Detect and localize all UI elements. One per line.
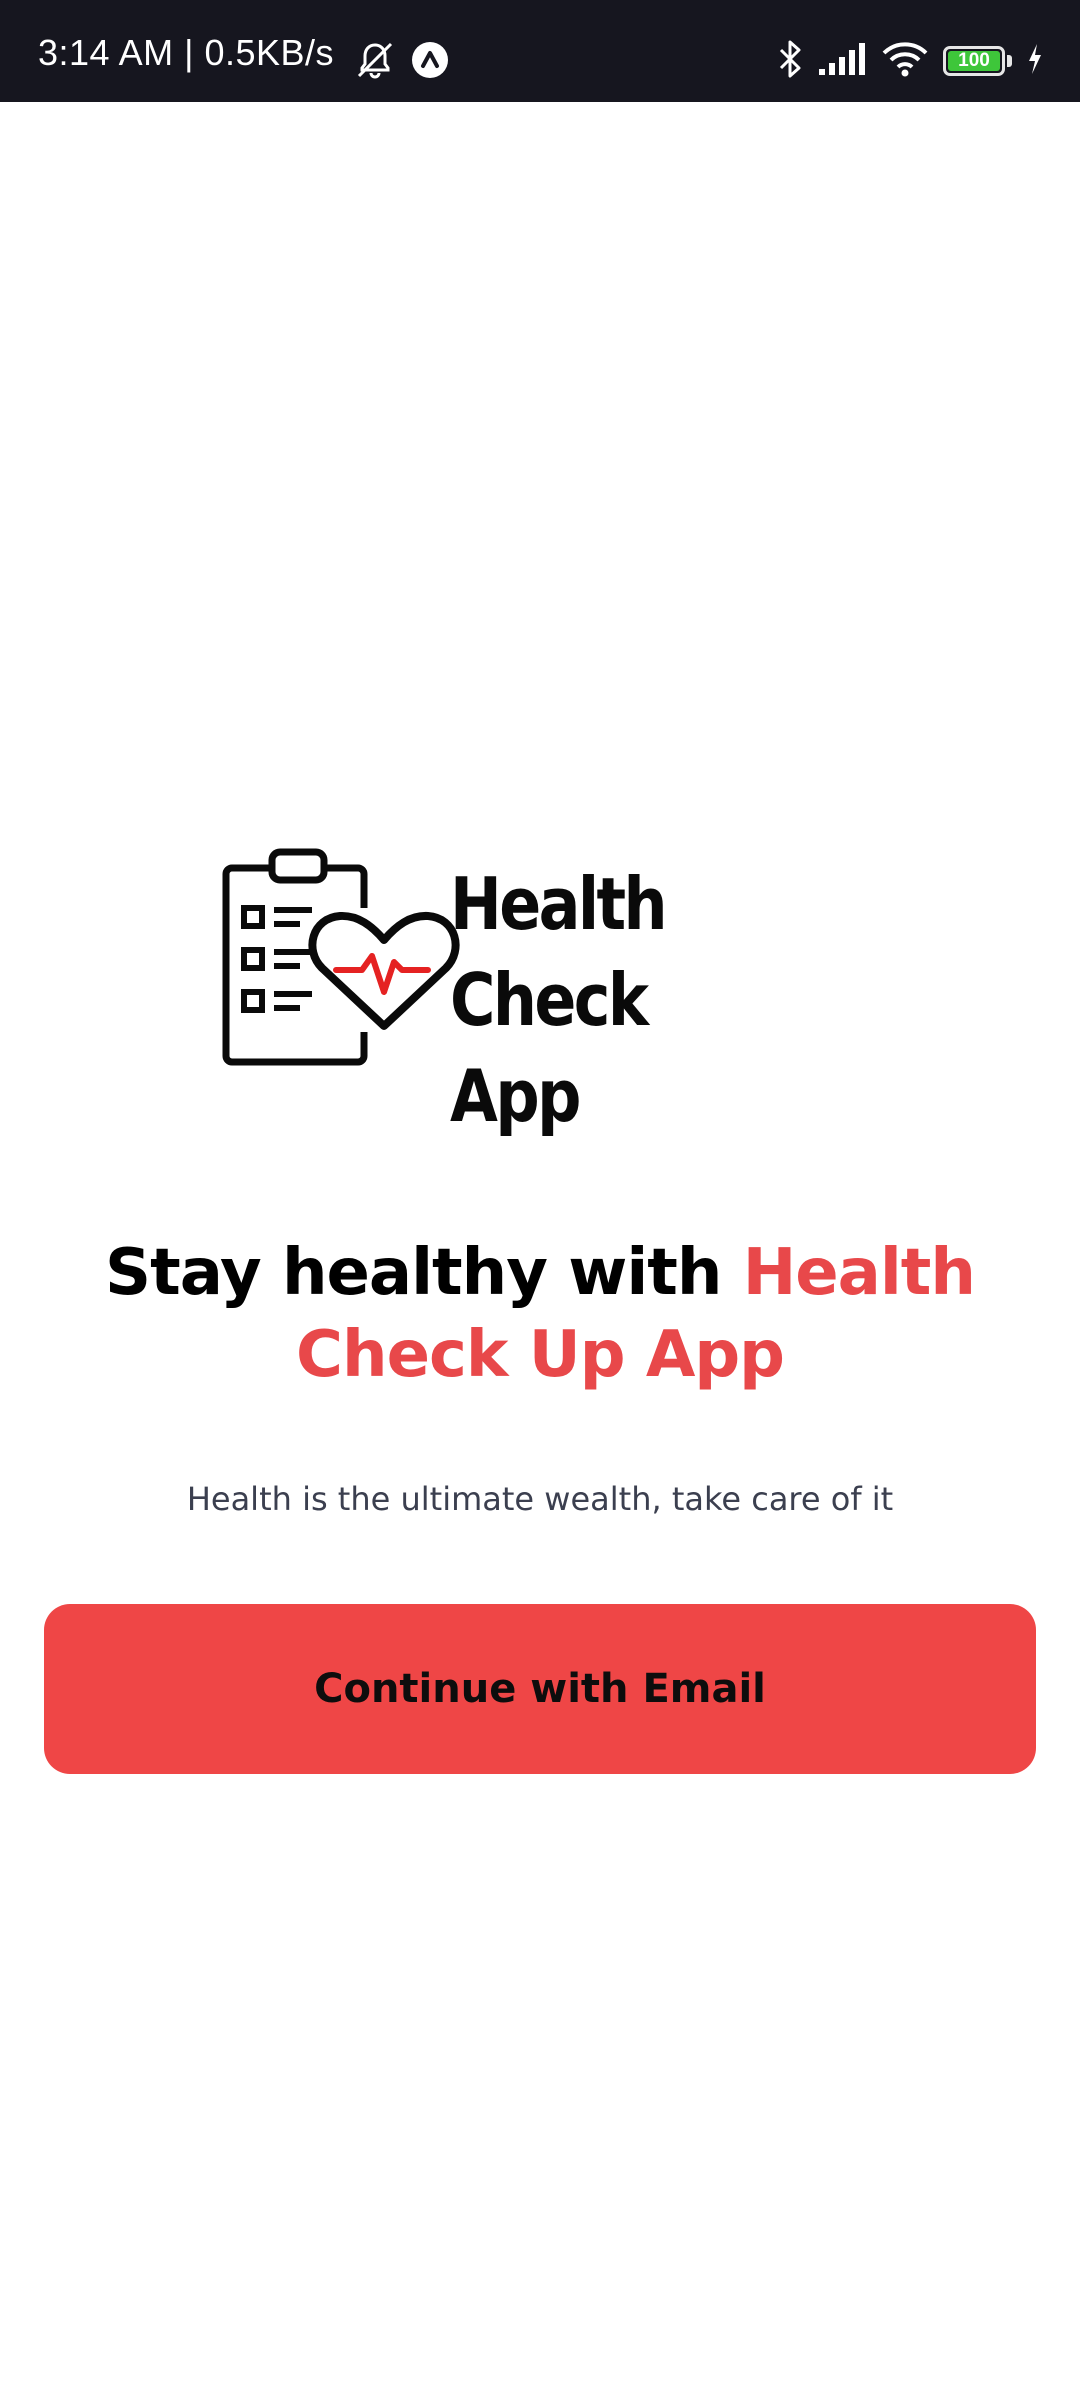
battery-level: 100 <box>958 50 990 71</box>
app-logo: Health Check App <box>222 846 902 1138</box>
battery-icon: 100 <box>943 46 1005 76</box>
logo-wordmark: Health Check App <box>450 856 837 1144</box>
charging-icon <box>1026 42 1044 81</box>
bluetooth-icon <box>777 38 803 85</box>
status-time: 3:14 AM | 0.5KB/s <box>38 32 335 73</box>
app-notification-icon <box>410 40 450 85</box>
headline-prefix: Stay healthy with <box>105 1236 743 1310</box>
status-right-icons: 100 <box>777 38 1044 84</box>
status-left-icons <box>354 40 450 84</box>
mute-alarm-icon <box>354 39 396 86</box>
headline: Stay healthy with Health Check Up App <box>60 1232 1020 1396</box>
welcome-screen: 3:14 AM | 0.5KB/s 100 Health Check App S… <box>0 0 1080 2400</box>
continue-with-email-button[interactable]: Continue with Email <box>44 1604 1036 1774</box>
tagline: Health is the ultimate wealth, take care… <box>186 1480 894 1518</box>
continue-with-email-label: Continue with Email <box>314 1666 766 1712</box>
logo-line1: Health Check <box>450 862 668 1042</box>
health-check-logo-icon <box>222 848 460 1066</box>
logo-line2: App <box>450 1054 581 1138</box>
status-bar: 3:14 AM | 0.5KB/s 100 <box>0 0 1080 102</box>
signal-icon <box>817 41 867 82</box>
wifi-icon <box>881 40 929 83</box>
